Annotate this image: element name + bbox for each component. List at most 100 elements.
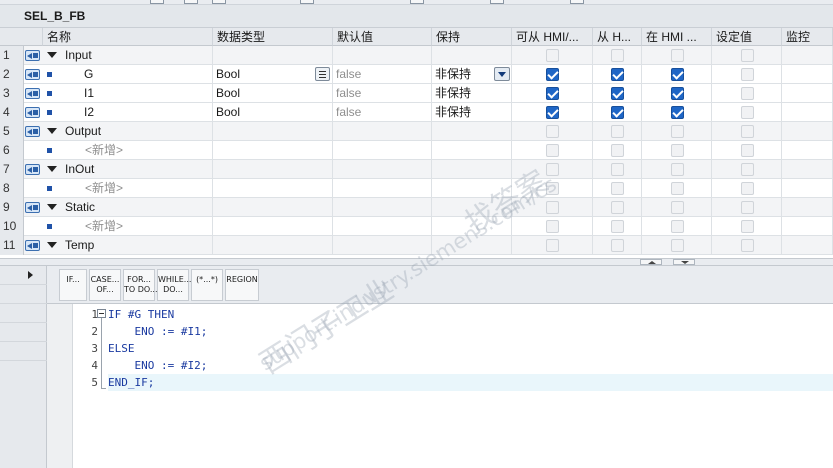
add-new-placeholder[interactable]: <新增> bbox=[60, 217, 213, 236]
splitter[interactable] bbox=[0, 258, 833, 266]
cell-datatype[interactable]: Bool bbox=[213, 103, 333, 122]
hmi-writable-checkbox[interactable] bbox=[611, 201, 624, 214]
datatype-list-icon[interactable] bbox=[315, 67, 330, 81]
cell-monitor[interactable] bbox=[782, 217, 833, 236]
col-header-hmi-from[interactable]: 从 H... bbox=[593, 28, 642, 46]
hmi-accessible-checkbox[interactable] bbox=[546, 220, 559, 233]
cell-default[interactable] bbox=[333, 141, 432, 160]
add-new-placeholder[interactable]: <新增> bbox=[60, 179, 213, 198]
section-name[interactable]: Temp bbox=[62, 236, 213, 255]
cell-default[interactable]: false bbox=[333, 84, 432, 103]
section-name[interactable]: Static bbox=[62, 198, 213, 217]
kw-for-button[interactable]: FOR... TO DO... bbox=[123, 269, 158, 301]
table-row[interactable]: 9 Static bbox=[0, 198, 833, 217]
cell-monitor[interactable] bbox=[782, 46, 833, 65]
col-header-name[interactable]: 名称 bbox=[43, 28, 213, 46]
code-line[interactable]: END_IF; bbox=[108, 374, 833, 391]
cell-monitor[interactable] bbox=[782, 122, 833, 141]
hmi-visible-checkbox[interactable] bbox=[671, 201, 684, 214]
hmi-visible-checkbox[interactable] bbox=[671, 68, 684, 81]
col-header-datatype[interactable]: 数据类型 bbox=[213, 28, 333, 46]
hmi-visible-checkbox[interactable] bbox=[671, 163, 684, 176]
hmi-visible-checkbox[interactable] bbox=[671, 182, 684, 195]
expand-triangle-icon[interactable] bbox=[47, 128, 57, 134]
hmi-accessible-checkbox[interactable] bbox=[546, 125, 559, 138]
kw-case-button[interactable]: CASE... OF... bbox=[89, 269, 121, 301]
kw-comment-button[interactable]: (*...*) bbox=[191, 269, 223, 301]
hmi-writable-checkbox[interactable] bbox=[611, 125, 624, 138]
fold-collapse-icon[interactable] bbox=[97, 309, 106, 318]
col-header-setpoint[interactable]: 设定值 bbox=[712, 28, 782, 46]
cell-monitor[interactable] bbox=[782, 179, 833, 198]
setpoint-checkbox[interactable] bbox=[741, 49, 754, 62]
cell-datatype[interactable] bbox=[213, 46, 333, 65]
hmi-writable-checkbox[interactable] bbox=[611, 182, 624, 195]
table-row[interactable]: 4 I2 Bool false 非保持 bbox=[0, 103, 833, 122]
hmi-accessible-checkbox[interactable] bbox=[546, 106, 559, 119]
setpoint-checkbox[interactable] bbox=[741, 87, 754, 100]
table-row[interactable]: 10 <新增> bbox=[0, 217, 833, 236]
setpoint-checkbox[interactable] bbox=[741, 220, 754, 233]
toolbar-button[interactable] bbox=[150, 0, 164, 4]
col-header-default[interactable]: 默认值 bbox=[333, 28, 432, 46]
toolbar-button[interactable] bbox=[410, 0, 424, 4]
expand-arrow-icon[interactable] bbox=[28, 271, 33, 279]
col-header-retain[interactable]: 保持 bbox=[432, 28, 512, 46]
cell-datatype[interactable] bbox=[213, 236, 333, 255]
variable-name[interactable]: G bbox=[60, 65, 213, 84]
cell-default[interactable]: false bbox=[333, 103, 432, 122]
hmi-accessible-checkbox[interactable] bbox=[546, 144, 559, 157]
cell-retain[interactable] bbox=[432, 46, 512, 65]
toolbar-button[interactable] bbox=[570, 0, 584, 4]
cell-retain[interactable] bbox=[432, 141, 512, 160]
cell-datatype[interactable] bbox=[213, 141, 333, 160]
table-row[interactable]: 8 <新增> bbox=[0, 179, 833, 198]
kw-region-button[interactable]: REGION bbox=[225, 269, 259, 301]
table-row[interactable]: 11 Temp bbox=[0, 236, 833, 255]
scl-code-editor[interactable]: 1 2 3 4 5 IF #G THEN ENO := #I1; ELSE ENO := … bbox=[47, 304, 833, 468]
kw-while-button[interactable]: WHILE... DO... bbox=[157, 269, 191, 301]
cell-default[interactable] bbox=[333, 217, 432, 236]
section-name[interactable]: InOut bbox=[62, 160, 213, 179]
table-row[interactable]: 1 Input bbox=[0, 46, 833, 65]
cell-monitor[interactable] bbox=[782, 198, 833, 217]
hmi-visible-checkbox[interactable] bbox=[671, 106, 684, 119]
cell-default[interactable] bbox=[333, 160, 432, 179]
hmi-accessible-checkbox[interactable] bbox=[546, 163, 559, 176]
cell-retain[interactable] bbox=[432, 198, 512, 217]
hmi-visible-checkbox[interactable] bbox=[671, 220, 684, 233]
cell-datatype[interactable] bbox=[213, 160, 333, 179]
section-name[interactable]: Output bbox=[62, 122, 213, 141]
toolbar-button[interactable] bbox=[212, 0, 226, 4]
table-row[interactable]: 6 <新增> bbox=[0, 141, 833, 160]
table-row[interactable]: 3 I1 Bool false 非保持 bbox=[0, 84, 833, 103]
cell-monitor[interactable] bbox=[782, 84, 833, 103]
cell-default[interactable]: false bbox=[333, 65, 432, 84]
cell-default[interactable] bbox=[333, 179, 432, 198]
hmi-writable-checkbox[interactable] bbox=[611, 220, 624, 233]
kw-if-button[interactable]: IF... bbox=[59, 269, 87, 301]
table-row[interactable]: 2 G Bool false 非保持 bbox=[0, 65, 833, 84]
cell-monitor[interactable] bbox=[782, 141, 833, 160]
cell-retain[interactable] bbox=[432, 236, 512, 255]
cell-datatype[interactable] bbox=[213, 122, 333, 141]
cell-default[interactable] bbox=[333, 236, 432, 255]
table-row[interactable]: 5 Output bbox=[0, 122, 833, 141]
add-new-placeholder[interactable]: <新增> bbox=[60, 141, 213, 160]
cell-retain[interactable] bbox=[432, 179, 512, 198]
setpoint-checkbox[interactable] bbox=[741, 106, 754, 119]
cell-retain[interactable] bbox=[432, 160, 512, 179]
cell-default[interactable] bbox=[333, 122, 432, 141]
toolbar-button[interactable] bbox=[184, 0, 198, 4]
hmi-writable-checkbox[interactable] bbox=[611, 163, 624, 176]
table-row[interactable]: 7 InOut bbox=[0, 160, 833, 179]
hmi-writable-checkbox[interactable] bbox=[611, 144, 624, 157]
cell-datatype[interactable] bbox=[213, 179, 333, 198]
expand-triangle-icon[interactable] bbox=[47, 242, 57, 248]
cell-monitor[interactable] bbox=[782, 160, 833, 179]
hmi-writable-checkbox[interactable] bbox=[611, 106, 624, 119]
cell-default[interactable] bbox=[333, 46, 432, 65]
hmi-visible-checkbox[interactable] bbox=[671, 125, 684, 138]
toolbar-button[interactable] bbox=[300, 0, 314, 4]
hmi-writable-checkbox[interactable] bbox=[611, 239, 624, 252]
